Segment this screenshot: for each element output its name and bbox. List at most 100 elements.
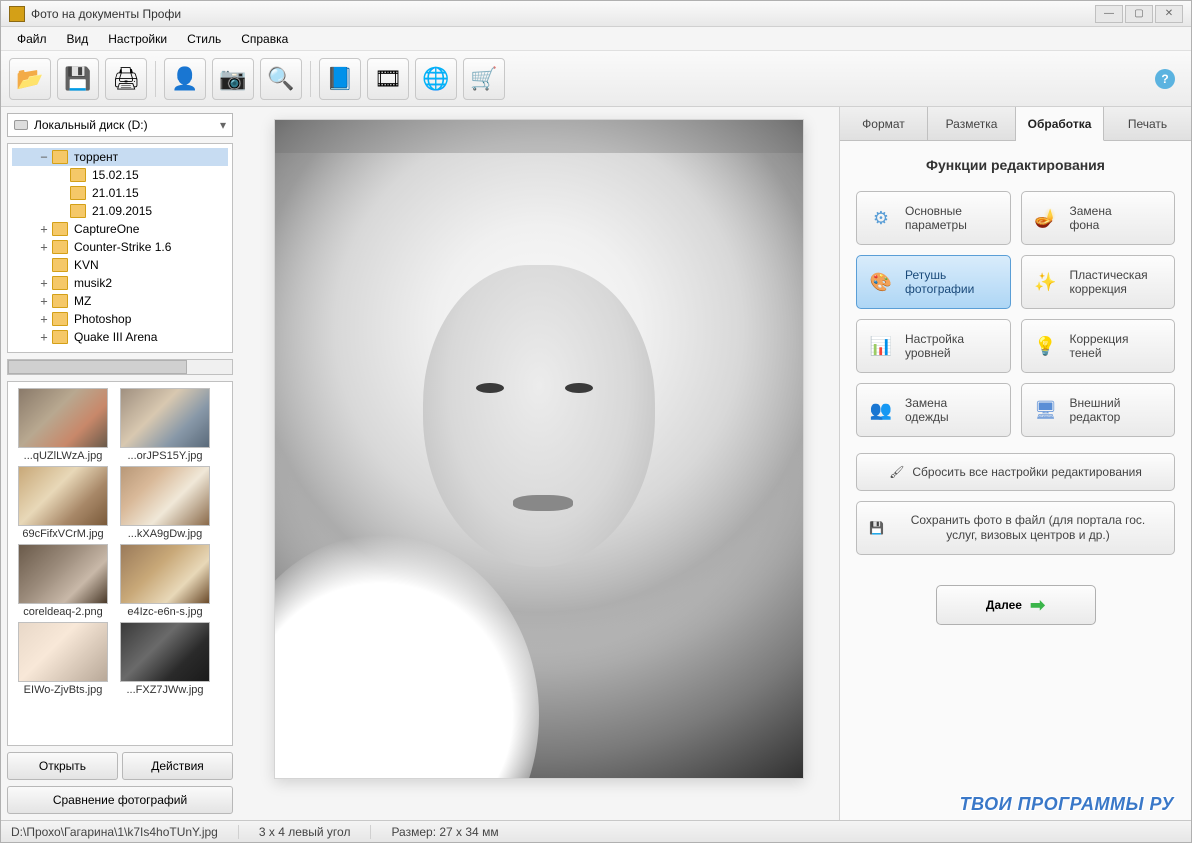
thumbnail-item[interactable]: e4Izc-e6n-s.jpg xyxy=(116,544,214,618)
tree-label: musik2 xyxy=(74,276,112,290)
tree-node[interactable]: KVN xyxy=(12,256,228,274)
folder-icon xyxy=(52,276,68,290)
brush-icon: 🖌 xyxy=(889,465,904,479)
func-button-1[interactable]: 🪔Заменафона xyxy=(1021,191,1176,245)
tree-node[interactable]: 21.09.2015 xyxy=(12,202,228,220)
thumbnail-item[interactable]: ...kXA9gDw.jpg xyxy=(116,466,214,540)
drive-label: Локальный диск (D:) xyxy=(34,118,148,132)
expand-icon[interactable]: + xyxy=(38,294,50,308)
drive-selector[interactable]: Локальный диск (D:) ▾ xyxy=(7,113,233,137)
open-button[interactable]: Открыть xyxy=(7,752,118,780)
film-button[interactable]: 🎞 xyxy=(367,58,409,100)
expand-icon[interactable]: + xyxy=(38,312,50,326)
maximize-button[interactable]: ▢ xyxy=(1125,5,1153,23)
func-icon: ⚙ xyxy=(867,204,895,232)
tab-разметка[interactable]: Разметка xyxy=(928,107,1016,140)
zoom-button[interactable]: 🔍 xyxy=(260,58,302,100)
thumbnail-image xyxy=(18,466,108,526)
menu-item-2[interactable]: Настройки xyxy=(100,29,175,49)
thumbnail-label: ...kXA9gDw.jpg xyxy=(118,528,212,540)
thumbnail-image xyxy=(18,622,108,682)
func-button-0[interactable]: ⚙Основныепараметры xyxy=(856,191,1011,245)
print-button[interactable]: 🖨 xyxy=(105,58,147,100)
folder-icon xyxy=(52,330,68,344)
tree-label: MZ xyxy=(74,294,91,308)
tab-формат[interactable]: Формат xyxy=(840,107,928,140)
folder-tree[interactable]: − торрент 15.02.15 21.01.1521.09.2015+Captu… xyxy=(7,143,233,353)
thumbnail-item[interactable]: EIWo-ZjvBts.jpg xyxy=(14,622,112,696)
expand-icon[interactable]: + xyxy=(38,222,50,236)
menu-item-3[interactable]: Стиль xyxy=(179,29,229,49)
thumbnail-item[interactable]: coreldeaq-2.png xyxy=(14,544,112,618)
thumbnail-item[interactable]: 69cFifxVCrM.jpg xyxy=(14,466,112,540)
compare-button[interactable]: Сравнение фотографий xyxy=(7,786,233,814)
tree-label: 15.02.15 xyxy=(92,168,139,182)
func-button-7[interactable]: 🖥Внешнийредактор xyxy=(1021,383,1176,437)
tree-node[interactable]: +Photoshop xyxy=(12,310,228,328)
tree-node[interactable]: +CaptureOne xyxy=(12,220,228,238)
tree-node[interactable]: − торрент xyxy=(12,148,228,166)
close-button[interactable]: ✕ xyxy=(1155,5,1183,23)
thumbnail-item[interactable]: ...FXZ7JWw.jpg xyxy=(116,622,214,696)
thumbnail-label: e4Izc-e6n-s.jpg xyxy=(118,606,212,618)
globe-button[interactable]: 🌐 xyxy=(415,58,457,100)
tree-node[interactable]: 21.01.15 xyxy=(12,184,228,202)
book-button[interactable]: 📘 xyxy=(319,58,361,100)
thumbnail-item[interactable]: ...orJPS15Y.jpg xyxy=(116,388,214,462)
zoom-icon: 🔍 xyxy=(267,66,294,92)
tab-обработка[interactable]: Обработка xyxy=(1016,107,1104,141)
func-button-5[interactable]: 💡Коррекциятеней xyxy=(1021,319,1176,373)
toolbar: 📂 💾🖨 👤📷 🔍 📘 🎞🌐🛒? xyxy=(1,51,1191,107)
window-title: Фото на документы Профи xyxy=(31,7,1093,21)
minimize-button[interactable]: — xyxy=(1095,5,1123,23)
save-to-file-button[interactable]: 💾 Сохранить фото в файл (для портала гос… xyxy=(856,501,1175,555)
help-icon[interactable]: ? xyxy=(1155,69,1175,89)
tree-node[interactable]: +Quake III Arena xyxy=(12,328,228,346)
thumbnail-item[interactable]: ...qUZlLWzA.jpg xyxy=(14,388,112,462)
user-button[interactable]: 👤 xyxy=(164,58,206,100)
next-button[interactable]: Далее ➡ xyxy=(936,585,1096,625)
thumbnail-image xyxy=(120,388,210,448)
func-button-6[interactable]: 👥Заменаодежды xyxy=(856,383,1011,437)
tab-печать[interactable]: Печать xyxy=(1104,107,1191,140)
func-label: Внешнийредактор xyxy=(1070,396,1121,425)
thumbnail-grid[interactable]: ...qUZlLWzA.jpg...orJPS15Y.jpg69cFifxVCr… xyxy=(7,381,233,746)
thumbnail-image xyxy=(120,622,210,682)
folder-icon xyxy=(70,186,86,200)
app-icon xyxy=(9,6,25,22)
expand-icon[interactable]: + xyxy=(38,240,50,254)
folder-icon xyxy=(70,204,86,218)
status-layout: 3 x 4 левый угол xyxy=(259,825,372,839)
func-button-3[interactable]: ✨Пластическаякоррекция xyxy=(1021,255,1176,309)
new-file-button[interactable]: 📂 xyxy=(9,58,51,100)
reset-button[interactable]: 🖌 Сбросить все настройки редактирования xyxy=(856,453,1175,491)
menu-item-1[interactable]: Вид xyxy=(59,29,97,49)
menu-item-0[interactable]: Файл xyxy=(9,29,55,49)
func-icon: ✨ xyxy=(1032,268,1060,296)
menu-item-4[interactable]: Справка xyxy=(233,29,296,49)
tree-node[interactable]: + musik2 xyxy=(12,274,228,292)
camera-button[interactable]: 📷 xyxy=(212,58,254,100)
func-button-4[interactable]: 📊Настройкауровней xyxy=(856,319,1011,373)
actions-button[interactable]: Действия xyxy=(122,752,233,780)
thumbnail-label: ...FXZ7JWw.jpg xyxy=(118,684,212,696)
func-icon: 📊 xyxy=(867,332,895,360)
folder-icon xyxy=(52,312,68,326)
thumbnail-image xyxy=(18,544,108,604)
tree-label: торрент xyxy=(74,150,118,164)
cart-button[interactable]: 🛒 xyxy=(463,58,505,100)
expand-icon[interactable]: − xyxy=(38,150,50,164)
save-button[interactable]: 💾 xyxy=(57,58,99,100)
tree-node[interactable]: +Counter-Strike 1.6 xyxy=(12,238,228,256)
new-file-icon: 📂 xyxy=(16,66,43,92)
tree-node[interactable]: 15.02.15 xyxy=(12,166,228,184)
func-button-2[interactable]: 🎨Ретушьфотографии xyxy=(856,255,1011,309)
folder-icon xyxy=(52,240,68,254)
tree-node[interactable]: + MZ xyxy=(12,292,228,310)
tree-scrollbar[interactable] xyxy=(7,359,233,375)
book-icon: 📘 xyxy=(326,66,353,92)
expand-icon[interactable]: + xyxy=(38,330,50,344)
thumbnail-image xyxy=(120,466,210,526)
expand-icon[interactable]: + xyxy=(38,276,50,290)
thumbnail-label: coreldeaq-2.png xyxy=(16,606,110,618)
